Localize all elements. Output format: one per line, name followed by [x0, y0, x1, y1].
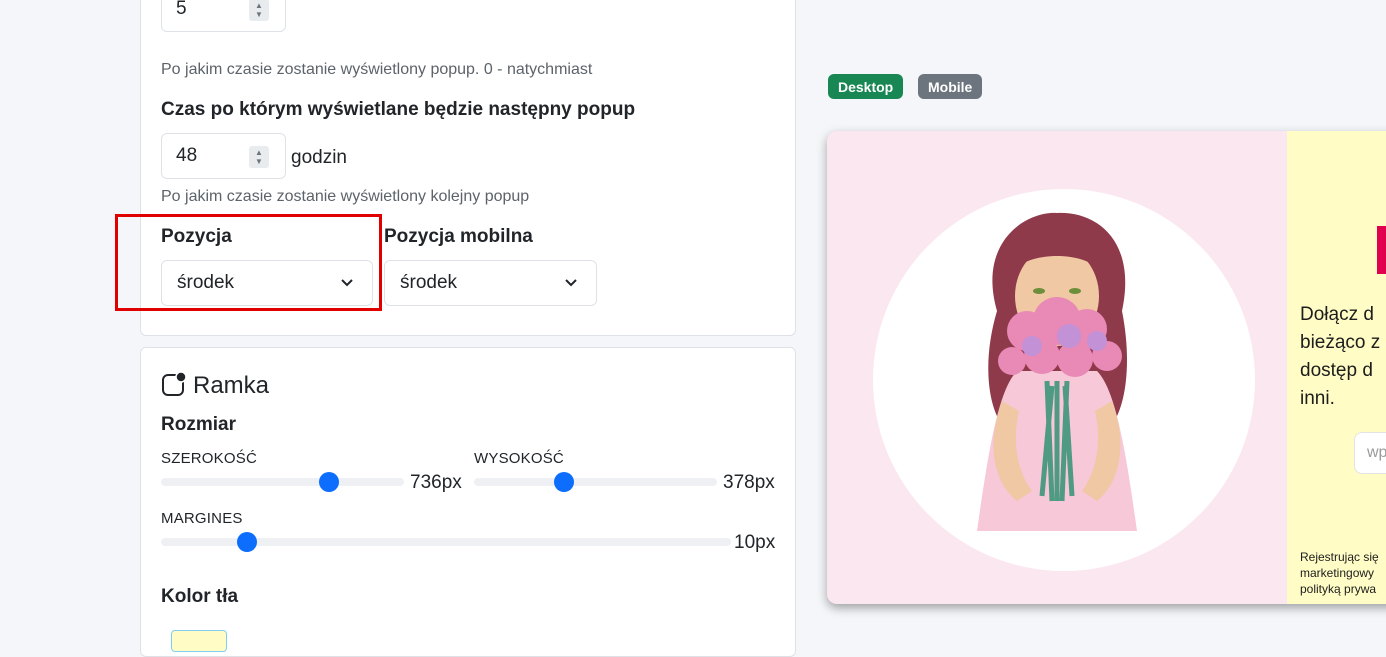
- delay-stepper-icon[interactable]: ▲ ▼: [249, 0, 269, 21]
- consent-line: polityką prywa: [1300, 582, 1377, 596]
- mobile-position-selected-value: środek: [400, 272, 458, 293]
- promo-text-line: Dołącz d: [1300, 304, 1374, 325]
- woman-with-flowers-illustration: [977, 212, 1137, 531]
- consent-line: Rejestrując się: [1300, 550, 1379, 564]
- promo-email-input[interactable]: wp: [1354, 432, 1386, 474]
- next-popup-input[interactable]: 48 ▲ ▼: [161, 133, 286, 179]
- mobile-tab[interactable]: Mobile: [918, 74, 983, 99]
- width-slider-thumb[interactable]: [318, 472, 339, 492]
- height-slider-thumb[interactable]: [553, 472, 574, 492]
- promo-text-line: inni.: [1300, 388, 1335, 409]
- bg-color-label: Kolor tła: [161, 586, 239, 607]
- promo-text-line: dostęp d: [1300, 360, 1373, 381]
- margin-label: MARGINES: [161, 510, 243, 527]
- height-value: 378px: [723, 472, 775, 493]
- frame-title: Ramka: [193, 372, 270, 399]
- bg-color-swatch[interactable]: [171, 630, 227, 652]
- delay-input[interactable]: 5 ▲ ▼: [161, 0, 286, 32]
- next-popup-unit: godzin: [291, 147, 347, 168]
- margin-slider-thumb[interactable]: [236, 532, 257, 552]
- margin-value: 10px: [734, 532, 776, 553]
- next-popup-help-text: Po jakim czasie zostanie wyświetlony kol…: [161, 188, 530, 205]
- consent-line: marketingowy: [1300, 566, 1375, 580]
- frame-icon: [162, 372, 187, 396]
- promo-text: Dołącz d bieżąco z dostęp d inni.: [1300, 301, 1380, 413]
- delay-help-text: Po jakim czasie zostanie wyświetlony pop…: [161, 61, 593, 78]
- height-label: WYSOKOŚĆ: [474, 450, 564, 467]
- promo-consent-text: Rejestrując się marketingowy polityką pr…: [1300, 549, 1379, 597]
- width-slider-track[interactable]: [161, 478, 404, 486]
- delay-value: 5: [176, 0, 187, 19]
- chevron-down-icon: [565, 279, 577, 287]
- mobile-position-select[interactable]: środek: [384, 260, 597, 306]
- next-popup-label: Czas po którym wyświetlane będzie następ…: [161, 99, 636, 120]
- popup-preview: Dołącz d bieżąco z dostęp d inni. wp Rej…: [827, 131, 1386, 604]
- size-label: Rozmiar: [161, 414, 236, 435]
- promo-heading-fragment: [1377, 226, 1386, 274]
- next-popup-value: 48: [176, 145, 198, 166]
- next-popup-stepper-icon[interactable]: ▲ ▼: [249, 146, 269, 168]
- promo-text-line: bieżąco z: [1300, 332, 1381, 353]
- mobile-position-label: Pozycja mobilna: [384, 226, 533, 247]
- width-value: 736px: [410, 472, 462, 493]
- width-label: SZEROKOŚĆ: [161, 450, 257, 467]
- position-highlight-box: [115, 214, 382, 311]
- desktop-tab[interactable]: Desktop: [828, 74, 904, 99]
- frame-settings-card: Ramka Rozmiar SZEROKOŚĆ 736px WYSOKOŚĆ 3…: [140, 347, 796, 657]
- height-slider-track[interactable]: [474, 478, 717, 486]
